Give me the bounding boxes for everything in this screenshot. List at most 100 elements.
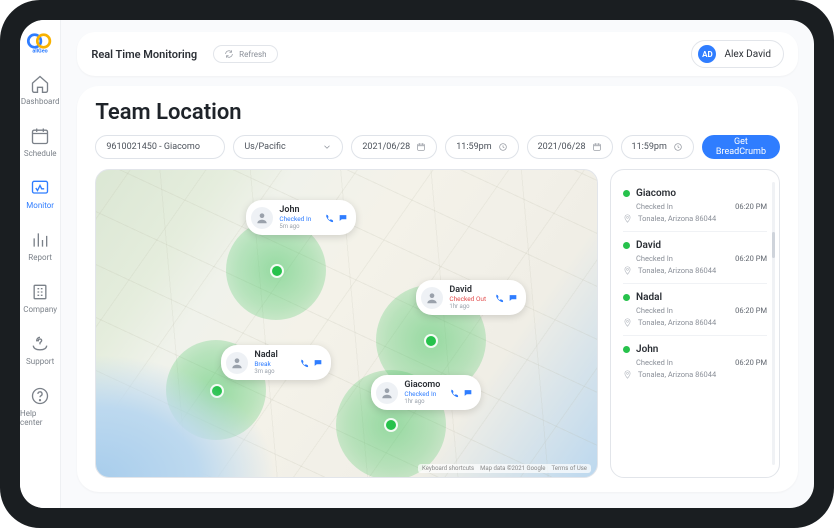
sidebar-item-company[interactable]: Company — [20, 274, 60, 322]
start-time-input[interactable]: 11:59pm — [445, 135, 518, 159]
chevron-down-icon — [322, 142, 332, 152]
timezone-select-value: Us/Pacific — [244, 142, 285, 152]
list-location: Tonalea, Arizona 86044 — [638, 370, 716, 379]
list-status-label: Checked In — [636, 306, 727, 315]
sidebar: allGeo Dashboard Schedule Monitor — [20, 20, 61, 508]
sidebar-item-label: Dashboard — [21, 97, 60, 106]
sidebar-item-monitor[interactable]: Monitor — [20, 170, 60, 218]
map-card-time: 3m ago — [254, 368, 293, 375]
calendar-icon — [416, 142, 426, 152]
list-item[interactable]: Nadal Checked In 06:20 PM Tonalea, Arizon… — [623, 284, 767, 336]
list-status-label: Checked In — [636, 254, 727, 263]
user-name: Alex David — [724, 49, 771, 60]
end-date-input[interactable]: 2021/06/28 — [527, 135, 613, 159]
list-item[interactable]: Giacomo Checked In06:20 PM Tonalea, Ariz… — [623, 180, 767, 232]
user-avatar-initials: AD — [698, 45, 716, 63]
phone-icon[interactable] — [324, 213, 334, 223]
page-section-title: Real Time Monitoring — [91, 48, 197, 61]
device-frame: allGeo Dashboard Schedule Monitor — [0, 0, 834, 528]
topbar: Real Time Monitoring Refresh AD Alex Dav… — [77, 32, 798, 76]
content-panel: Team Location 9610021450 - Giacomo Us/Pa… — [77, 86, 798, 492]
sidebar-item-label: Company — [23, 305, 57, 314]
map-card-time: 1hr ago — [404, 398, 443, 405]
location-pin-icon — [623, 318, 632, 327]
list-name: Nadal — [636, 292, 662, 303]
start-date-value: 2021/06/28 — [362, 142, 410, 152]
svg-text:allGeo: allGeo — [33, 49, 48, 54]
sidebar-nav: Dashboard Schedule Monitor Report Compan… — [20, 66, 60, 435]
phone-icon[interactable] — [494, 293, 504, 303]
map-credit: Google — [102, 463, 132, 473]
list-item[interactable]: John Checked In06:20 PM Tonalea, Arizona… — [623, 336, 767, 387]
sidebar-item-support[interactable]: Support — [20, 326, 60, 374]
app-screen: allGeo Dashboard Schedule Monitor — [20, 20, 814, 508]
calendar-icon — [592, 142, 602, 152]
map-card-status: Checked In — [279, 215, 318, 223]
refresh-button[interactable]: Refresh — [213, 45, 277, 63]
map-attr-mapdata: Map data ©2021 Google — [480, 465, 545, 472]
map-card-name: Giacomo — [404, 380, 443, 390]
get-breadcrumb-button[interactable]: Get BreadCrumb — [702, 135, 780, 159]
map-attr-shortcuts[interactable]: Keyboard shortcuts — [422, 465, 474, 472]
sidebar-item-label: Report — [28, 253, 52, 262]
scrollbar-track[interactable] — [772, 182, 775, 465]
list-time: 06:20 PM — [735, 254, 767, 263]
clock-icon — [673, 142, 683, 152]
sidebar-item-label: Support — [26, 357, 54, 366]
map-card-time: 1hr ago — [449, 303, 488, 310]
sidebar-item-report[interactable]: Report — [20, 222, 60, 270]
clock-icon — [498, 142, 508, 152]
end-date-value: 2021/06/28 — [538, 142, 586, 152]
user-chip[interactable]: AD Alex David — [691, 40, 784, 68]
team-select[interactable]: 9610021450 - Giacomo — [95, 135, 225, 159]
map-card-name: John — [279, 205, 318, 215]
chat-icon[interactable] — [338, 213, 348, 223]
list-name: John — [636, 344, 658, 355]
scrollbar-thumb[interactable] — [772, 232, 775, 258]
status-dot-icon — [623, 346, 630, 353]
list-name: Giacomo — [636, 188, 676, 199]
sidebar-item-dashboard[interactable]: Dashboard — [20, 66, 60, 114]
chat-icon[interactable] — [508, 293, 518, 303]
map-attribution: Keyboard shortcuts Map data ©2021 Google… — [418, 464, 591, 473]
sidebar-item-schedule[interactable]: Schedule — [20, 118, 60, 166]
refresh-icon — [224, 49, 234, 59]
phone-icon[interactable] — [299, 358, 309, 368]
list-location: Tonalea, Arizona 86044 — [638, 266, 716, 275]
brand-logo: allGeo — [22, 32, 58, 56]
location-pin-icon — [623, 266, 632, 275]
sidebar-item-help[interactable]: Help center — [20, 378, 60, 435]
map-card-name: Nadal — [254, 350, 293, 360]
map[interactable]: John Checked In 5m ago — [95, 169, 598, 478]
start-date-input[interactable]: 2021/06/28 — [351, 135, 437, 159]
status-dot-icon — [623, 294, 630, 301]
avatar-icon — [226, 352, 248, 374]
map-person-card[interactable]: David Checked Out 1hr ago — [416, 280, 526, 315]
sidebar-item-label: Monitor — [26, 201, 54, 210]
map-card-status: Break — [254, 360, 293, 368]
map-card-status: Checked Out — [449, 295, 488, 303]
timezone-select[interactable]: Us/Pacific — [233, 135, 343, 159]
map-person-card[interactable]: John Checked In 5m ago — [246, 200, 356, 235]
status-dot-icon — [623, 242, 630, 249]
end-time-input[interactable]: 11:59pm — [621, 135, 694, 159]
map-person-card[interactable]: Nadal Break 3m ago — [221, 345, 331, 380]
map-person-card[interactable]: Giacomo Checked In 1hr ago — [371, 375, 481, 410]
team-select-value: 9610021450 - Giacomo — [106, 142, 200, 152]
map-card-status: Checked In — [404, 390, 443, 398]
chat-icon[interactable] — [313, 358, 323, 368]
list-time: 06:20 PM — [735, 202, 767, 211]
list-item[interactable]: David Checked In06:20 PM Tonalea, Arizon… — [623, 232, 767, 284]
list-time: 06:20 PM — [735, 358, 767, 367]
avatar-icon — [376, 382, 398, 404]
list-location: Tonalea, Arizona 86044 — [638, 318, 716, 327]
team-list: Giacomo Checked In 06:20 PM Tonalea, Ariz… — [610, 169, 780, 478]
chat-icon[interactable] — [463, 388, 473, 398]
content-row: John Checked In 5m ago — [95, 169, 780, 478]
map-attr-terms[interactable]: Terms of Use — [551, 465, 587, 472]
list-location: Tonalea, Arizona 86044 — [638, 214, 716, 223]
avatar-icon — [421, 287, 443, 309]
phone-icon[interactable] — [449, 388, 459, 398]
list-time: 06:20 PM — [735, 306, 767, 315]
end-time-value: 11:59pm — [632, 142, 667, 152]
